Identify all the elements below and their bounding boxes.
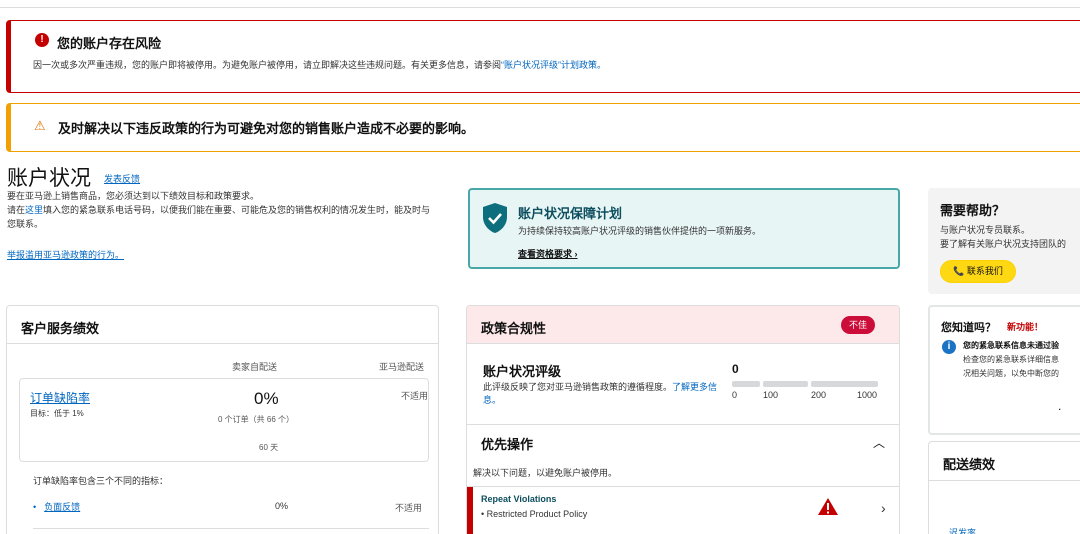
info-icon: i	[942, 340, 956, 354]
col-header-amazon: 亚马逊配送	[379, 362, 425, 372]
violation-row[interactable]: Repeat Violations • Restricted Product P…	[467, 486, 899, 534]
scale-label: 200	[811, 390, 827, 400]
priority-actions-desc: 解决以下问题，以避免账户被停用。	[473, 468, 618, 478]
shield-check-icon	[483, 203, 507, 233]
ahr-title: 账户状况评级	[483, 364, 562, 379]
odr-target: 目标：低于 1%	[30, 409, 84, 418]
chevron-up-icon[interactable]: ︿	[873, 434, 885, 451]
contact-us-button[interactable]: 📞 联系我们	[940, 260, 1016, 283]
top-navigation-strip	[0, 0, 1080, 8]
did-you-know-card: 您知道吗？ 新功能！ i 您的紧急联系信息未通过验 检查您的紧急联系详细信息 况…	[928, 305, 1080, 435]
policy-warning-alert: ⚠ 及时解决以下违反政策的行为可避免对您的销售账户造成不必要的影响。	[6, 103, 1080, 152]
violation-subtitle: • Restricted Product Policy	[481, 509, 588, 519]
customer-service-performance-panel: 客户服务绩效 卖家自配送 亚马逊配送 订单缺陷率 目标：低于 1% 0% 0 个…	[6, 305, 439, 534]
page-title: 账户状况	[7, 167, 91, 190]
odr-value: 0%	[254, 389, 279, 408]
status-badge: 不佳	[841, 316, 875, 334]
carousel-dot[interactable]: .	[1058, 399, 1061, 413]
col-header-seller: 卖家自配送	[232, 362, 278, 372]
negative-feedback-value: 0%	[275, 501, 289, 511]
violation-accent	[467, 487, 473, 534]
policy-compliance-panel: 政策合规性 不佳 账户状况评级 此评级反映了您对亚马逊销售政策的遵循程度。了解更…	[466, 305, 900, 534]
odr-amazon-value: 不适用	[401, 391, 429, 401]
odr-link[interactable]: 订单缺陷率	[30, 389, 90, 406]
account-health-assurance-card: 账户状况保障计划 为持续保持较高账户状况评级的销售伙伴提供的一项新服务。 查看资…	[468, 188, 900, 269]
contact-here-link[interactable]: 这里	[25, 205, 43, 215]
help-title: 需要帮助？	[940, 203, 1006, 218]
odr-days: 60 天	[259, 443, 279, 452]
feedback-link[interactable]: 发表反馈	[104, 172, 140, 185]
policy-warning-title: 及时解决以下违反政策的行为可避免对您的销售账户造成不必要的影响。	[58, 121, 475, 136]
intro-text: 要在亚马逊上销售商品，您必须达到以下绩效目标和政策要求。 请在这里填入您的紧急联…	[7, 191, 431, 229]
help-card: 需要帮助？ 与账户状况专员联系。 要了解有关账户状况支持团队的 📞 联系我们	[928, 188, 1080, 294]
scale-label: 0	[732, 390, 738, 400]
ahp-subtitle: 为持续保持较高账户状况评级的销售伙伴提供的一项新服务。	[518, 226, 762, 236]
divider	[929, 480, 1080, 481]
ahr-description: 此评级反映了您对亚马逊销售政策的遵循程度。了解更多信息。	[483, 382, 718, 405]
dp-title: 配送绩效	[943, 457, 996, 472]
alert-circle-icon: !	[35, 33, 49, 47]
delivery-performance-panel: 配送绩效 迟发率	[928, 441, 1080, 534]
scale-label: 100	[763, 390, 779, 400]
negative-feedback-amazon: 不适用	[395, 503, 423, 513]
risk-alert-title: 您的账户存在风险	[57, 36, 162, 51]
odr-orders: 0 个订单（共 66 个）	[217, 415, 294, 424]
dyk-title: 您知道吗？	[941, 322, 996, 334]
risk-alert-body: 因一次或多次严重违规，您的账户即将被停用。为避免账户被停用，请立即解决这些违规问…	[33, 60, 607, 70]
policy-link[interactable]: “账户状况评级”计划政策。	[501, 60, 606, 70]
eligibility-link[interactable]: 查看资格要求 ›	[518, 247, 578, 260]
scale-segment	[763, 381, 808, 387]
divider	[467, 424, 899, 425]
violation-title: Repeat Violations	[481, 494, 557, 504]
chevron-right-icon: ›	[574, 249, 578, 259]
phone-icon: 📞	[953, 266, 965, 276]
odr-note: 订单缺陷率包含三个不同的指标：	[33, 476, 169, 486]
warning-triangle-icon	[818, 498, 838, 515]
negative-feedback-row: • 负面反馈	[33, 502, 81, 512]
ahr-score: 0	[732, 362, 739, 376]
help-line-1: 与账户状况专员联系。	[940, 225, 1031, 235]
scale-segment	[811, 381, 878, 387]
csp-title: 客户服务绩效	[21, 321, 100, 336]
dyk-line-3: 况相关问题，以免中断您的	[963, 369, 1059, 378]
ahp-title: 账户状况保障计划	[518, 206, 623, 221]
divider	[33, 528, 429, 529]
report-abuse-link[interactable]: 举报滥用亚马逊政策的行为。	[7, 248, 124, 261]
late-shipment-link[interactable]: 迟发率	[949, 526, 976, 534]
scale-segment	[732, 381, 760, 387]
help-line-2: 要了解有关账户状况支持团队的	[940, 239, 1067, 249]
negative-feedback-link[interactable]: 负面反馈	[44, 502, 80, 512]
dyk-line-2: 检查您的紧急联系详细信息	[963, 355, 1059, 364]
priority-actions-title: 优先操作	[481, 437, 534, 452]
scale-label: 1000	[857, 390, 878, 400]
pc-title: 政策合规性	[481, 321, 547, 336]
account-risk-alert: ! 您的账户存在风险 因一次或多次严重违规，您的账户即将被停用。为避免账户被停用…	[6, 20, 1080, 93]
chevron-right-icon[interactable]: ›	[881, 500, 886, 516]
order-defect-rate-box: 订单缺陷率 目标：低于 1% 0% 0 个订单（共 66 个） 60 天 不适用	[19, 378, 429, 462]
new-feature-badge: 新功能！	[1007, 322, 1044, 332]
dyk-line-1: 您的紧急联系信息未通过验	[963, 341, 1059, 350]
warning-triangle-icon: ⚠	[34, 118, 46, 133]
